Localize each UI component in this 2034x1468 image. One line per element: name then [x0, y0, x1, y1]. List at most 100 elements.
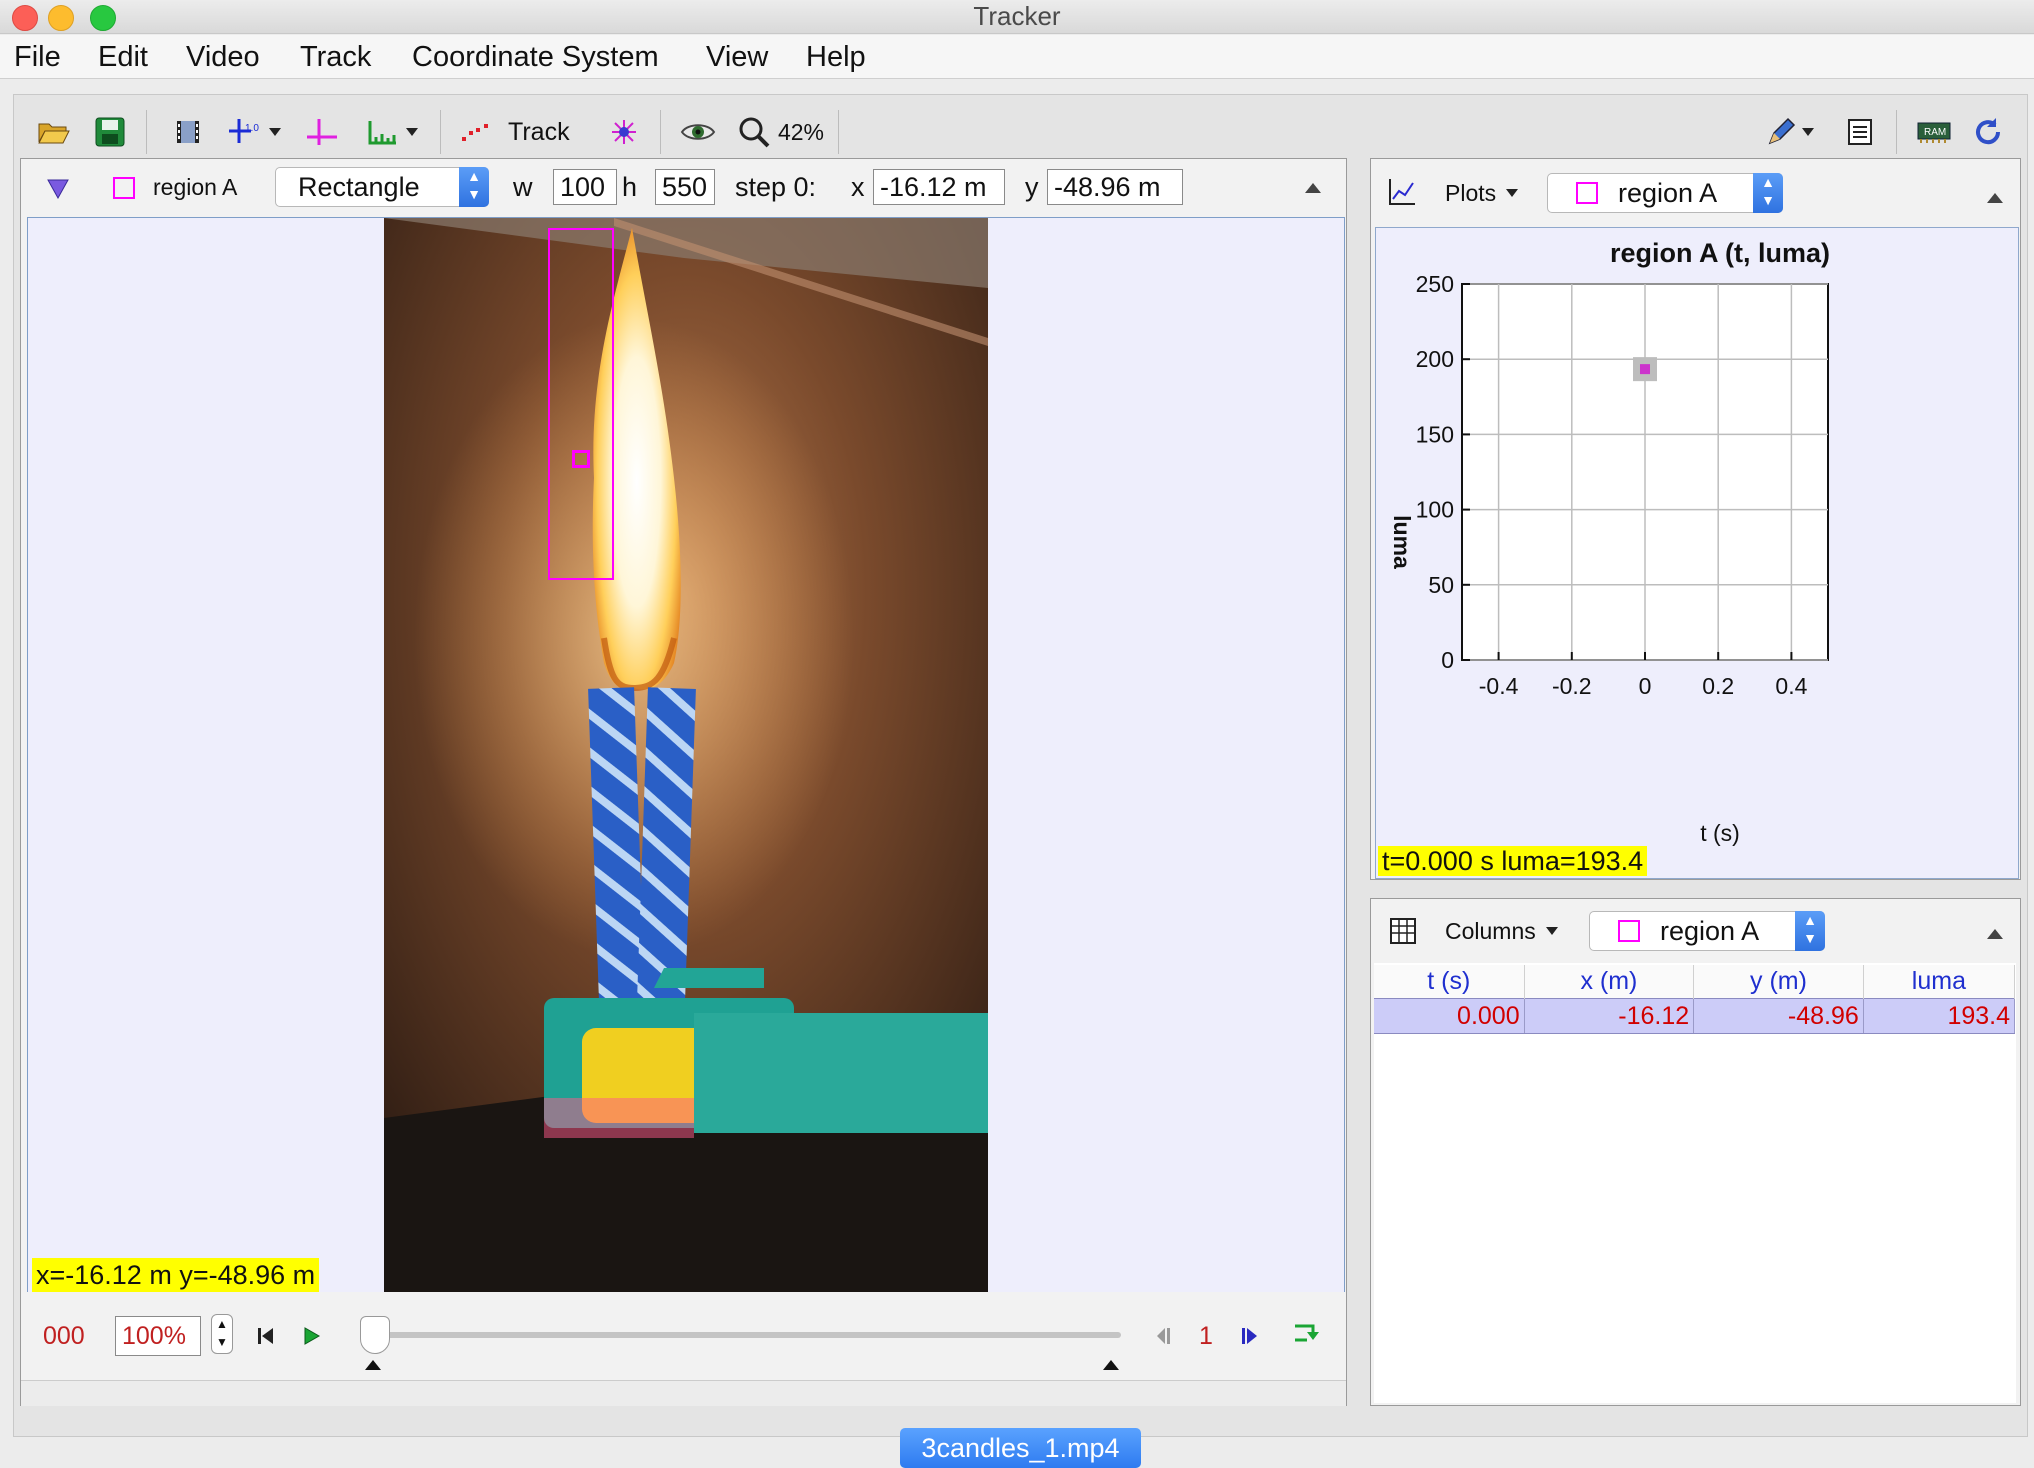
video-panel: region A Rectangle ▲ ▼ w 100 h 550 step 0…: [20, 158, 1347, 1406]
table-cell[interactable]: -48.96: [1693, 998, 1864, 1034]
menu-edit[interactable]: Edit: [98, 40, 148, 74]
menu-file[interactable]: File: [14, 40, 61, 74]
menu-track[interactable]: Track: [300, 40, 371, 74]
drawing-pencil-icon[interactable]: [1758, 112, 1822, 152]
autotracker-icon[interactable]: [604, 112, 644, 152]
title-bar: Tracker: [0, 0, 2034, 34]
rate-spinner[interactable]: ▲ ▼: [211, 1314, 233, 1354]
x-label: x: [851, 172, 865, 202]
shape-select-value: Rectangle: [298, 172, 420, 202]
column-header-t[interactable]: t (s): [1374, 965, 1525, 999]
step-back-icon[interactable]: [1153, 1324, 1171, 1353]
table-icon: [1389, 917, 1417, 952]
region-track-icon: [113, 177, 135, 199]
y-axis-label: luma: [1389, 515, 1415, 569]
height-label: h: [622, 172, 638, 202]
step-forward-icon[interactable]: [1241, 1324, 1259, 1353]
start-frame-marker[interactable]: [365, 1360, 381, 1370]
data-point: [1640, 364, 1650, 375]
table-row[interactable]: 0.000 -16.12 -48.96 193.4: [1374, 998, 2016, 1034]
x-axis-label: t (s): [1700, 820, 1740, 846]
y-tick-label: 150: [1416, 421, 1454, 447]
menu-coordinate-system[interactable]: Coordinate System: [412, 40, 659, 74]
play-icon[interactable]: [303, 1324, 321, 1353]
table-track-stepper-icon: ▲ ▼: [1795, 911, 1825, 951]
table-panel: Columns region A ▲ ▼ t (s) x (m) y (m) lu…: [1370, 898, 2021, 1406]
y-tick-label: 50: [1428, 572, 1454, 598]
y-field[interactable]: -48.96 m: [1047, 169, 1183, 205]
x-tick-label: -0.2: [1552, 673, 1592, 699]
end-frame-marker[interactable]: [1103, 1360, 1119, 1370]
step-size[interactable]: 1: [1199, 1322, 1213, 1351]
measuring-tools-icon[interactable]: [360, 112, 424, 152]
y-tick-label: 0: [1441, 647, 1454, 673]
position-readout: x=-16.12 m y=-48.96 m: [32, 1258, 320, 1292]
window-title: Tracker: [973, 1, 1061, 31]
region-track-icon: [1618, 920, 1640, 942]
plot-area[interactable]: region A (t, luma) -0.4 -0.2 0 0.2 0.4 0 50 10…: [1375, 227, 2019, 879]
rewind-icon[interactable]: [257, 1324, 275, 1353]
menu-view[interactable]: View: [706, 40, 768, 74]
table-track-select[interactable]: region A ▲ ▼: [1589, 911, 1825, 951]
width-field[interactable]: 100: [553, 169, 617, 205]
memory-ram-icon[interactable]: RAM: [1912, 112, 1956, 152]
create-track-button[interactable]: Track: [460, 112, 600, 152]
menu-bar: File Edit Video Track Coordinate System …: [0, 35, 2034, 79]
column-header-x[interactable]: x (m): [1524, 965, 1695, 999]
track-name[interactable]: region A: [153, 169, 237, 205]
split-pane-divider[interactable]: [1350, 160, 1366, 1404]
height-field[interactable]: 550: [655, 169, 715, 205]
table-cell[interactable]: 193.4: [1863, 998, 2016, 1034]
zoom-magnifier-icon[interactable]: [734, 112, 774, 152]
video-frame-image[interactable]: [384, 218, 988, 1292]
luma-chart[interactable]: region A (t, luma) -0.4 -0.2 0 0.2 0.4 0 50 10…: [1376, 228, 2018, 878]
columns-menu[interactable]: Columns: [1445, 915, 1558, 947]
video-clip-settings-icon[interactable]: [170, 112, 206, 152]
plots-menu[interactable]: Plots: [1445, 177, 1519, 209]
video-tab[interactable]: 3candles_1.mp4: [900, 1428, 1141, 1468]
panel-divider[interactable]: [21, 1380, 1346, 1406]
menu-help[interactable]: Help: [806, 40, 866, 74]
region-track-icon: [1576, 182, 1598, 204]
menu-video[interactable]: Video: [186, 40, 260, 74]
playback-rate-field[interactable]: 100%: [115, 1316, 201, 1356]
frame-counter[interactable]: 000: [43, 1322, 85, 1351]
video-viewport[interactable]: x=-16.12 m y=-48.96 m: [27, 217, 1345, 1293]
zoom-level[interactable]: 42%: [776, 112, 826, 152]
shape-select[interactable]: Rectangle ▲ ▼: [275, 167, 489, 207]
column-header-luma[interactable]: luma: [1863, 965, 2016, 999]
region-center-marker[interactable]: [572, 450, 590, 468]
collapse-plot-icon[interactable]: [1987, 193, 2003, 203]
video-slider-track[interactable]: [379, 1332, 1121, 1338]
x-tick-label: 0: [1639, 673, 1652, 699]
collapse-toolbar-icon[interactable]: [1305, 183, 1321, 193]
plot-track-select[interactable]: region A ▲ ▼: [1547, 173, 1783, 213]
columns-menu-label: Columns: [1445, 918, 1536, 944]
svg-text:RAM: RAM: [1924, 127, 1946, 138]
y-label: y: [1025, 172, 1039, 202]
table-cell[interactable]: 0.000: [1374, 998, 1525, 1034]
region-rectangle-overlay[interactable]: [548, 228, 614, 580]
calibration-tools-icon[interactable]: 1.0: [222, 112, 286, 152]
y-tick-label: 200: [1416, 346, 1454, 372]
plot-track-stepper-icon: ▲ ▼: [1753, 173, 1783, 213]
collapse-table-icon[interactable]: [1987, 929, 2003, 939]
y-tick-label: 250: [1416, 271, 1454, 297]
save-icon[interactable]: [90, 112, 130, 152]
notes-icon[interactable]: [1840, 112, 1880, 152]
player-bar: 000 100% ▲ ▼ 1: [21, 1292, 1346, 1380]
video-slider-thumb[interactable]: [360, 1316, 390, 1354]
visibility-eye-icon[interactable]: [676, 112, 720, 152]
track-button-label: Track: [508, 117, 570, 146]
x-tick-label: 0.4: [1775, 673, 1807, 699]
x-field[interactable]: -16.12 m: [873, 169, 1005, 205]
loop-icon[interactable]: [1293, 1322, 1319, 1351]
coordinate-axes-icon[interactable]: [302, 112, 342, 152]
track-menu-triangle-icon[interactable]: [47, 177, 69, 206]
refresh-icon[interactable]: [1968, 112, 2008, 152]
column-header-y[interactable]: y (m): [1693, 965, 1864, 999]
x-tick-label: -0.4: [1479, 673, 1519, 699]
plot-icon: [1387, 177, 1417, 214]
open-folder-icon[interactable]: [34, 112, 74, 152]
table-cell[interactable]: -16.12: [1524, 998, 1695, 1034]
